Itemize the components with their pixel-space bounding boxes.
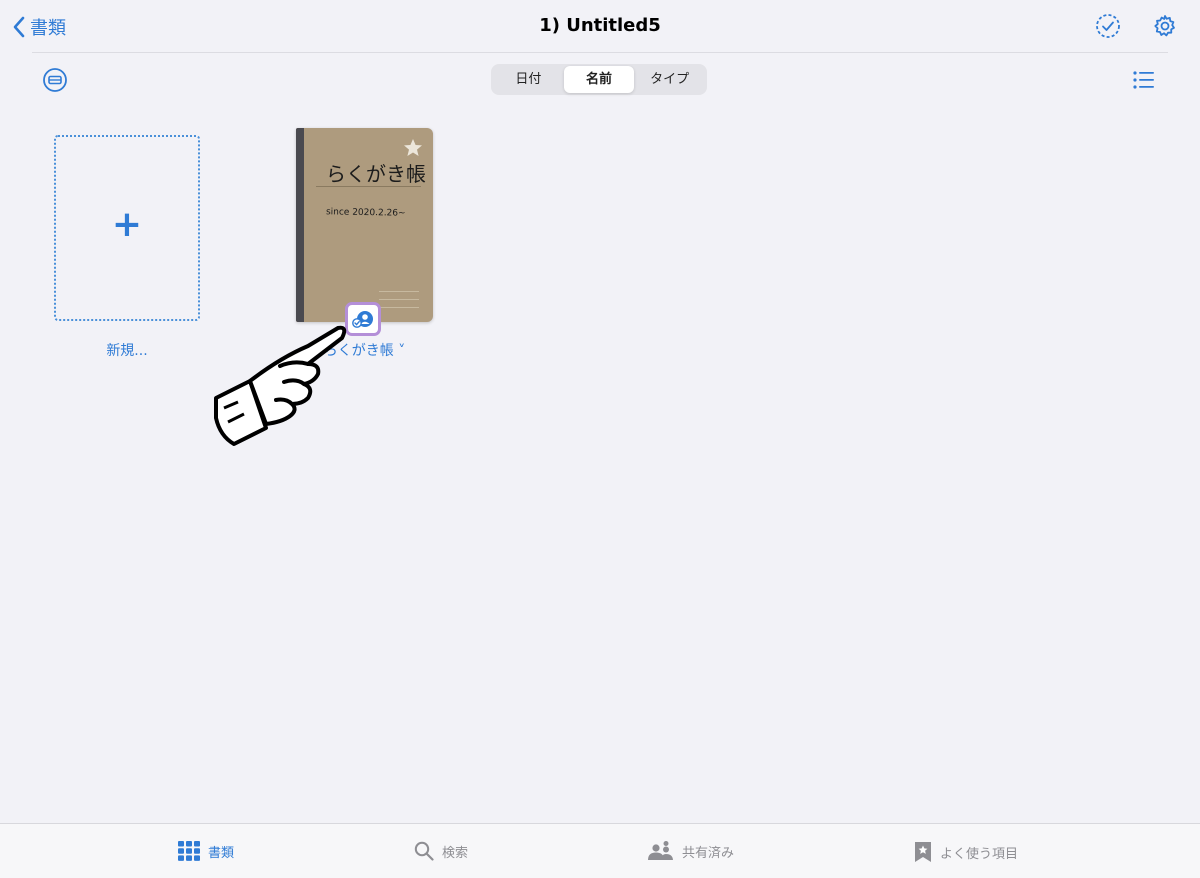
select-button[interactable] xyxy=(1095,13,1121,39)
tab-documents-label: 書類 xyxy=(208,845,235,861)
bookmark-star-icon xyxy=(915,842,931,862)
sort-option-date[interactable]: 日付 xyxy=(493,66,564,93)
tab-bar: 書類 検索 共有済み よく使う項目 xyxy=(0,823,1200,878)
tab-favorites-label: よく使う項目 xyxy=(940,846,1019,862)
shared-status-badge[interactable] xyxy=(345,302,381,336)
navigation-bar: 書類 1) Untitled5 xyxy=(0,0,1200,52)
sort-option-type[interactable]: タイプ xyxy=(634,66,705,93)
new-document-label[interactable]: 新規... xyxy=(54,340,200,360)
tab-search-label: 検索 xyxy=(442,845,469,861)
storage-button[interactable] xyxy=(42,67,68,97)
notebook-cover-title: らくがき帳 xyxy=(326,162,426,186)
dashed-check-circle-icon xyxy=(1096,14,1120,38)
pointing-hand-icon xyxy=(214,325,347,446)
list-icon xyxy=(1133,71,1154,89)
gear-icon xyxy=(1154,15,1175,37)
search-icon xyxy=(414,841,434,861)
tab-shared[interactable]: 共有済み xyxy=(648,841,734,861)
list-view-button[interactable] xyxy=(1133,70,1155,94)
page-title: 1) Untitled5 xyxy=(539,15,661,36)
shared-person-icon xyxy=(352,311,373,328)
notebook-cover-subtitle: since 2020.2.26~ xyxy=(325,207,406,219)
tab-shared-label: 共有済み xyxy=(682,845,735,861)
drive-circle-icon xyxy=(43,68,67,92)
tab-favorites[interactable]: よく使う項目 xyxy=(914,841,1018,863)
people-icon xyxy=(648,841,673,860)
settings-button[interactable] xyxy=(1152,13,1178,39)
cover-lines xyxy=(379,284,419,308)
sort-segmented-control: 日付 名前 タイプ xyxy=(491,64,707,95)
tab-search[interactable]: 検索 xyxy=(414,841,468,861)
notebook-thumbnail[interactable]: らくがき帳 since 2020.2.26~ xyxy=(296,128,433,322)
plus-icon: + xyxy=(111,204,143,245)
tab-documents[interactable]: 書類 xyxy=(178,841,234,861)
cover-divider xyxy=(316,186,421,187)
nav-separator xyxy=(32,52,1168,53)
grid-icon xyxy=(178,841,200,861)
star-icon[interactable] xyxy=(403,138,423,162)
notebook-spine xyxy=(296,128,304,322)
new-document-tile[interactable]: + xyxy=(54,135,200,321)
sort-option-name[interactable]: 名前 xyxy=(563,66,635,93)
